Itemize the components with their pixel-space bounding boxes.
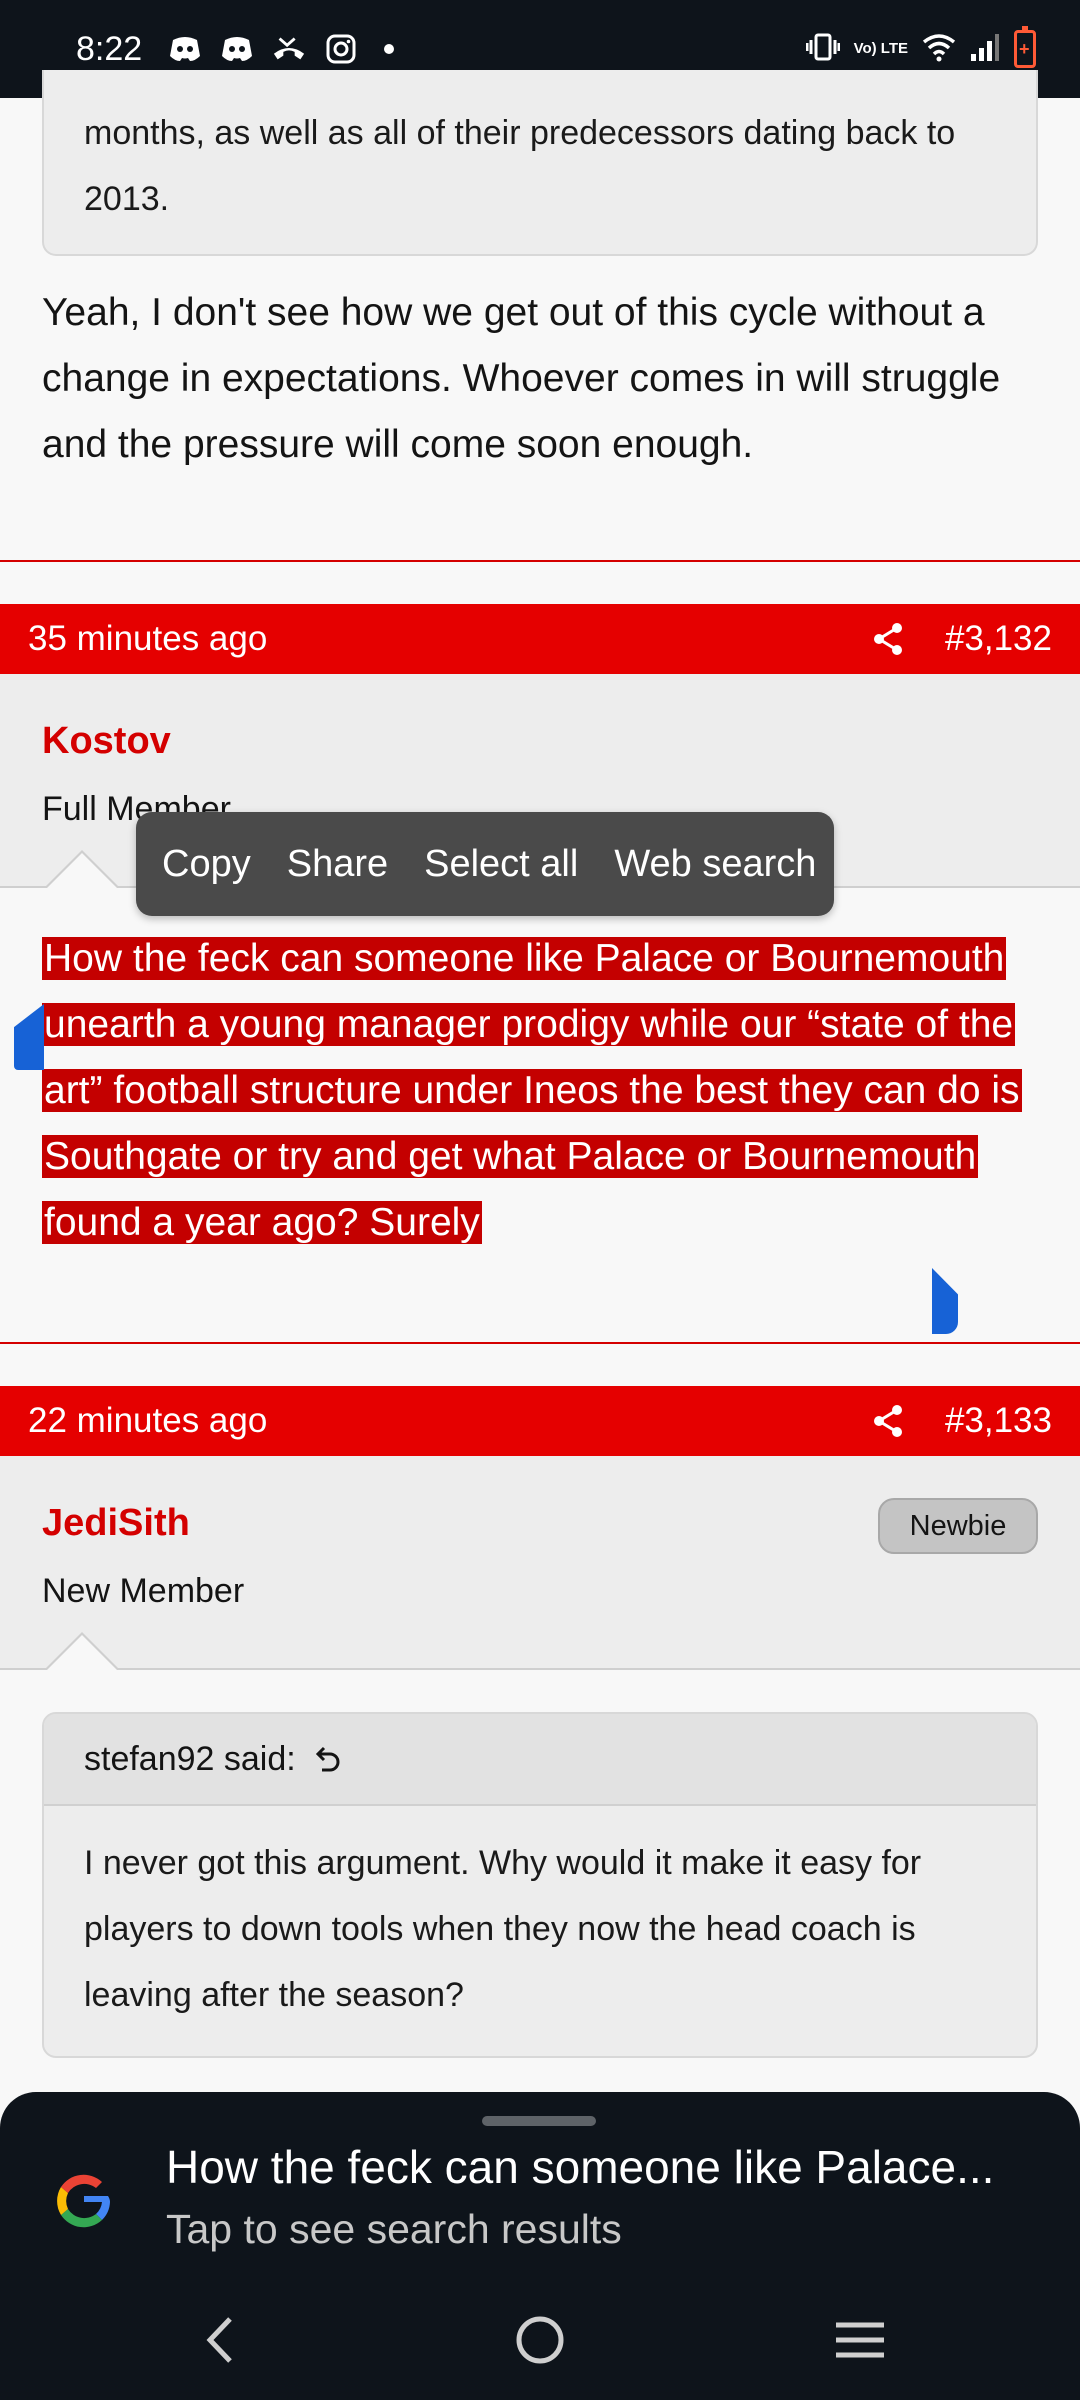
post-body: Yeah, I don't see how we get out of this… <box>42 291 1001 466</box>
quote-author[interactable]: stefan92 said: <box>84 1740 296 1779</box>
google-logo-icon <box>50 2168 116 2234</box>
post-number-link[interactable]: #3,133 <box>945 1401 1052 1441</box>
jump-to-quote-icon[interactable] <box>312 1744 342 1774</box>
quote-text: months, as well as all of their predeces… <box>84 114 956 218</box>
selection-handle-start[interactable] <box>14 1004 44 1070</box>
status-time: 8:22 <box>76 29 143 68</box>
back-icon[interactable] <box>180 2300 260 2380</box>
dot-icon <box>384 44 395 54</box>
battery-charging-icon: + <box>1014 26 1036 68</box>
lte-icon: Vo) LTE <box>853 40 908 57</box>
navigation-bar <box>0 2280 1080 2400</box>
instagram-icon <box>324 32 358 66</box>
share-icon[interactable] <box>871 622 905 656</box>
missed-call-icon <box>272 32 306 66</box>
post-notch <box>44 850 120 889</box>
search-results-hint[interactable]: Tap to see search results <box>166 2206 622 2253</box>
quote-block: months, as well as all of their predeces… <box>42 70 1038 256</box>
user-badge: Newbie <box>878 1498 1038 1554</box>
quote-header: stefan92 said: <box>44 1714 1036 1806</box>
home-icon[interactable] <box>500 2300 580 2380</box>
discord-icon <box>220 32 254 66</box>
signal-icon <box>970 32 1000 67</box>
web-search-menu-item[interactable]: Web search <box>614 843 816 886</box>
drag-handle[interactable] <box>482 2116 596 2126</box>
selected-text[interactable]: How the feck can someone like Palace or … <box>42 937 1022 1244</box>
user-info: JediSith New Member Newbie <box>0 1456 1080 1671</box>
search-query-title[interactable]: How the feck can someone like Palace... <box>166 2140 1046 2194</box>
text-selection-menu: Copy Share Select all Web search <box>136 812 834 916</box>
post-time[interactable]: 35 minutes ago <box>28 619 267 659</box>
post-number-link[interactable]: #3,132 <box>945 619 1052 659</box>
post-notch <box>44 1632 120 1671</box>
share-menu-item[interactable]: Share <box>287 843 406 886</box>
quote-block: stefan92 said: I never got this argument… <box>42 1712 1038 2058</box>
selected-post-body[interactable]: How the feck can someone like Palace or … <box>42 926 1042 1256</box>
discord-icon <box>168 32 202 66</box>
quote-text: I never got this argument. Why would it … <box>84 1844 922 2014</box>
post-divider <box>0 1342 1080 1344</box>
post-header: 22 minutes ago #3,133 <box>0 1386 1080 1456</box>
username-link[interactable]: Kostov <box>42 720 171 763</box>
copy-menu-item[interactable]: Copy <box>162 843 269 886</box>
post-time[interactable]: 22 minutes ago <box>28 1401 267 1441</box>
post-header: 35 minutes ago #3,132 <box>0 604 1080 674</box>
recents-menu-icon[interactable] <box>820 2300 900 2380</box>
search-bottom-sheet[interactable]: How the feck can someone like Palace... … <box>0 2092 1080 2400</box>
user-title: New Member <box>42 1572 245 1610</box>
select-all-menu-item[interactable]: Select all <box>424 843 596 886</box>
post-divider <box>0 560 1080 562</box>
vibrate-icon <box>805 32 841 67</box>
username-link[interactable]: JediSith <box>42 1502 190 1545</box>
selection-handle-end[interactable] <box>932 1268 958 1334</box>
share-icon[interactable] <box>871 1404 905 1438</box>
wifi-icon <box>922 32 956 67</box>
